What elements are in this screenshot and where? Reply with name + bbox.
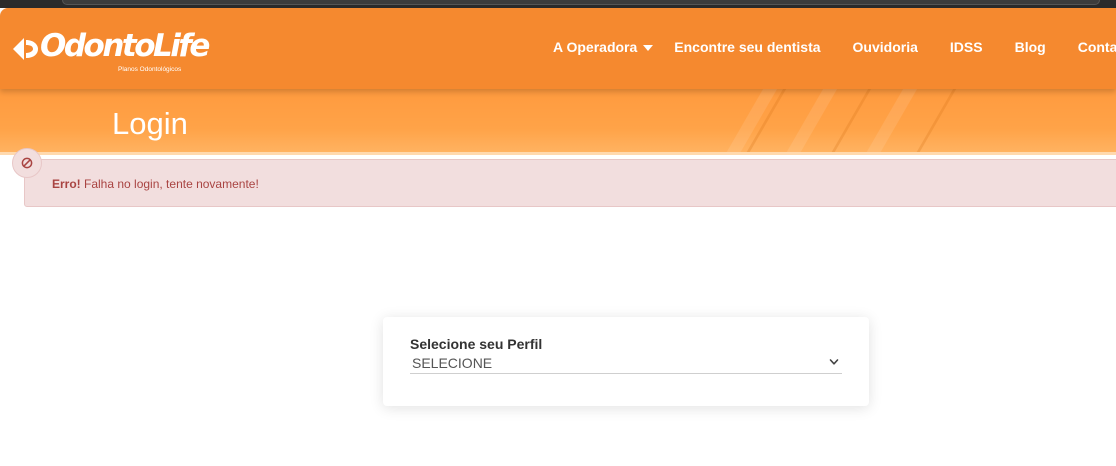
banner-decoration bbox=[845, 89, 929, 155]
nav-item-idss[interactable]: IDSS bbox=[950, 39, 983, 55]
tooth-logo-icon bbox=[13, 38, 38, 60]
nav-item-contato[interactable]: Contato bbox=[1078, 39, 1116, 55]
nav-item-label: A Operadora bbox=[553, 39, 638, 55]
banner-divider bbox=[0, 152, 1116, 155]
profile-select-label: Selecione seu Perfil bbox=[410, 336, 543, 352]
nav-item-label: IDSS bbox=[949, 39, 983, 55]
alert-body: Falha no login, tente novamente! bbox=[80, 177, 259, 191]
registered-mark: ® bbox=[186, 34, 191, 40]
nav-item-a-operadora[interactable]: A Operadora bbox=[553, 39, 654, 55]
profile-select[interactable]: SELECIONE bbox=[410, 354, 842, 374]
browser-chrome-strip bbox=[0, 0, 1116, 8]
page-banner: Login bbox=[0, 89, 1116, 155]
nav-item-label: Blog bbox=[1014, 39, 1046, 55]
alert-title: Erro! bbox=[52, 177, 81, 191]
alert-message: Erro! Falha no login, tente novamente! bbox=[52, 177, 259, 191]
ban-icon bbox=[21, 157, 33, 169]
profile-select-value: SELECIONE bbox=[412, 355, 493, 371]
nav-item-ouvidoria[interactable]: Ouvidoria bbox=[853, 39, 918, 55]
profile-select-card: Selecione seu Perfil SELECIONE bbox=[383, 317, 869, 406]
logo-tagline: Planos Odontológicos bbox=[118, 66, 182, 73]
nav-item-blog[interactable]: Blog bbox=[1015, 39, 1046, 55]
error-alert: Erro! Falha no login, tente novamente! bbox=[24, 159, 1116, 207]
site-header: OdontoLife ® Planos Odontológicos A Oper… bbox=[0, 8, 1116, 89]
nav-item-label: Ouvidoria bbox=[852, 39, 918, 55]
chevron-down-icon bbox=[829, 359, 839, 365]
main-nav: A Operadora Encontre seu dentista Ouvido… bbox=[553, 39, 1116, 55]
alert-icon-badge bbox=[12, 148, 42, 178]
logo-wordmark: OdontoLife bbox=[40, 28, 210, 64]
page-title: Login bbox=[112, 106, 188, 141]
nav-item-label: Encontre seu dentista bbox=[674, 39, 821, 55]
nav-item-encontre-seu-dentista[interactable]: Encontre seu dentista bbox=[674, 39, 820, 55]
nav-item-label: Contato bbox=[1077, 39, 1116, 55]
browser-address-bar[interactable] bbox=[62, 0, 1100, 5]
caret-down-icon bbox=[643, 45, 654, 51]
